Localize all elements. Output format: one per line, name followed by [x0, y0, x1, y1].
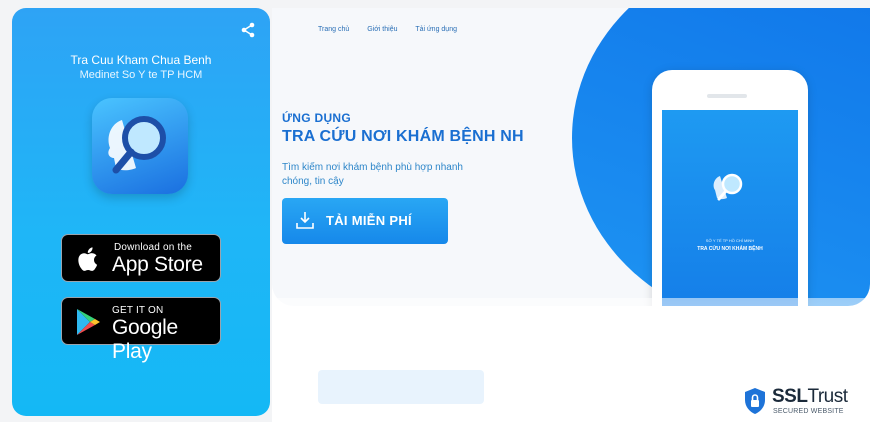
phone-screen-line2: TRA CỨU NƠI KHÁM BỆNH: [697, 246, 763, 252]
google-play-small-label: GET IT ON: [112, 305, 164, 316]
apple-icon: [78, 247, 98, 271]
phone-mockup: SỞ Y TẾ TP HỒ CHÍ MINH TRA CỨU NƠI KHÁM …: [652, 70, 808, 306]
share-icon[interactable]: [240, 22, 256, 38]
download-icon: [296, 212, 314, 229]
nav-download[interactable]: Tải ứng dụng: [415, 26, 457, 33]
app-download-panel: Tra Cuu Kham Chua Benh Medinet So Y te T…: [12, 8, 270, 416]
ssl-trust-badge: SSLTrust SECURED WEBSITE: [740, 384, 870, 420]
free-download-label: TẢI MIỄN PHÍ: [326, 213, 412, 228]
app-subtitle: Medinet So Y te TP HCM: [79, 69, 203, 81]
play-triangle-icon: [77, 309, 100, 335]
hero-heading-small: ỨNG DỤNG: [282, 111, 352, 125]
reflected-button: [318, 370, 484, 404]
google-play-label: Google Play: [112, 316, 178, 363]
nav-home[interactable]: Trang chủ: [318, 26, 349, 33]
magnifier-head-icon: [713, 173, 743, 201]
hero-heading: TRA CỨU NƠI KHÁM BỆNH NH: [282, 128, 524, 145]
website-preview: Trang chủ Giới thiệu Tải ứng dụng ỨNG DỤ…: [272, 8, 870, 422]
ssl-brand-light: Trust: [807, 386, 848, 407]
magnifier-head-icon: [92, 98, 188, 194]
app-store-label: App Store: [112, 253, 203, 276]
phone-screen: SỞ Y TẾ TP HỒ CHÍ MINH TRA CỨU NƠI KHÁM …: [662, 110, 798, 306]
phone-screen-line1: SỞ Y TẾ TP HỒ CHÍ MINH: [705, 238, 755, 243]
ssl-brand-bold: SSL: [772, 386, 808, 407]
app-store-button[interactable]: Download on the App Store: [61, 234, 221, 282]
app-store-small-label: Download on the: [114, 242, 193, 253]
hero-section: Trang chủ Giới thiệu Tải ứng dụng ỨNG DỤ…: [272, 8, 870, 306]
app-title: Tra Cuu Kham Chua Benh: [70, 53, 212, 67]
ssl-tagline: SECURED WEBSITE: [773, 408, 844, 415]
hero-description: Tìm kiếm nơi khám bệnh phù hợp nhanh chó…: [282, 162, 463, 187]
ssl-brand: SSLTrust: [772, 386, 848, 408]
phone-speaker: [707, 94, 747, 98]
top-nav: Trang chủ Giới thiệu Tải ứng dụng: [318, 26, 473, 33]
shield-lock-icon: [745, 388, 765, 414]
free-download-button[interactable]: TẢI MIỄN PHÍ: [282, 198, 448, 244]
nav-about[interactable]: Giới thiệu: [367, 26, 397, 33]
google-play-button[interactable]: GET IT ON Google Play: [61, 297, 221, 363]
